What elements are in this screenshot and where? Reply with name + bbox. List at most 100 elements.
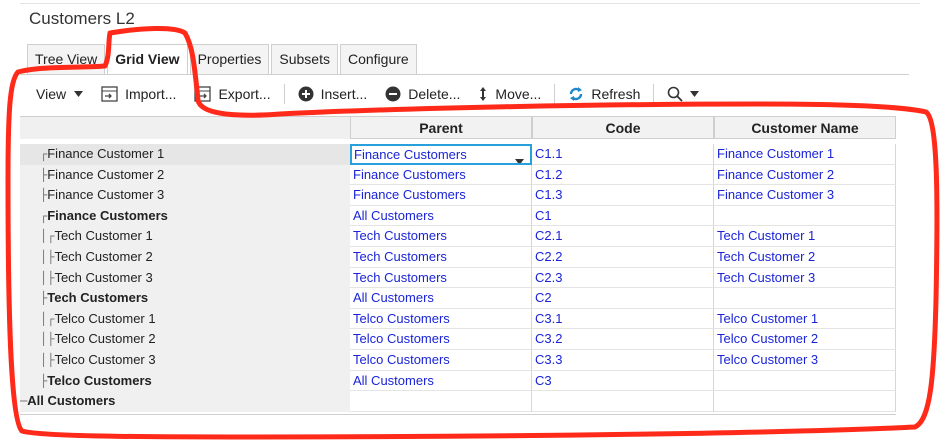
delete-label: Delete...: [408, 86, 461, 102]
parent-cell[interactable]: [350, 391, 532, 412]
parent-cell[interactable]: All Customers: [350, 288, 532, 309]
parent-cell[interactable]: Tech Customers: [350, 267, 532, 289]
move-button[interactable]: Move...: [469, 80, 550, 108]
code-cell[interactable]: C3.3: [532, 350, 714, 371]
table-row[interactable]: │┌Telco Customer 1 Telco Customers C3.1 Tel…: [20, 308, 896, 330]
parent-cell[interactable]: Telco Customers: [350, 350, 532, 371]
parent-cell[interactable]: Finance Customers: [350, 144, 532, 165]
table-row[interactable]: │├Telco Customer 2 Telco Customers C3.2 Tel…: [20, 329, 896, 350]
code-cell[interactable]: C3: [532, 370, 714, 392]
tab-properties[interactable]: Properties: [189, 44, 270, 74]
code-cell[interactable]: C1.1: [532, 144, 714, 165]
parent-cell[interactable]: Tech Customers: [350, 247, 532, 268]
parent-cell[interactable]: All Customers: [350, 370, 532, 392]
parent-cell-text: Finance Customers: [353, 166, 466, 182]
customer-name-cell[interactable]: Telco Customer 1: [714, 308, 896, 330]
toolbar: View Import... Export... Insert... Delet…: [27, 80, 715, 108]
customer-name-cell-text: Finance Customer 2: [717, 166, 835, 182]
row-label-text: Finance Customers: [47, 207, 168, 223]
customer-name-cell[interactable]: Telco Customer 2: [714, 329, 896, 350]
code-cell[interactable]: C1.3: [532, 185, 714, 206]
parent-cell[interactable]: Finance Customers: [350, 164, 532, 186]
row-label[interactable]: │├Telco Customer 2: [20, 329, 350, 350]
row-label[interactable]: ├Tech Customers: [20, 288, 350, 309]
tab-grid-view[interactable]: Grid View: [107, 44, 188, 75]
grid-bottom-border: [20, 414, 896, 415]
customer-name-cell[interactable]: [714, 391, 896, 412]
code-cell[interactable]: C3.2: [532, 329, 714, 350]
table-row[interactable]: ┌Finance Customers All Customers C1: [20, 205, 896, 227]
row-label[interactable]: ├Telco Customers: [20, 370, 350, 392]
table-row[interactable]: │├Tech Customer 3 Tech Customers C2.3 Tech …: [20, 267, 896, 289]
table-row[interactable]: │┌Tech Customer 1 Tech Customers C2.1 Tech …: [20, 226, 896, 247]
tab-subsets[interactable]: Subsets: [271, 44, 338, 74]
column-header-code[interactable]: Code: [532, 116, 714, 139]
dropdown-caret-icon[interactable]: [515, 152, 524, 163]
parent-cell[interactable]: Tech Customers: [350, 226, 532, 247]
code-cell[interactable]: C1.2: [532, 164, 714, 186]
tree-line-icon: │├: [40, 270, 55, 285]
parent-cell-text: Tech Customers: [353, 269, 447, 285]
customer-name-cell[interactable]: [714, 288, 896, 309]
code-cell-text: C1.2: [535, 166, 563, 182]
code-cell[interactable]: C2: [532, 288, 714, 309]
parent-cell-text: Telco Customers: [353, 352, 450, 367]
row-label-text: Finance Customer 1: [47, 146, 165, 161]
code-cell-text: C2.2: [535, 249, 563, 264]
customer-name-cell-text: Tech Customer 3: [717, 269, 816, 285]
customer-name-cell[interactable]: Telco Customer 3: [714, 350, 896, 371]
customer-name-cell[interactable]: Tech Customer 2: [714, 247, 896, 268]
code-cell-text: C1.1: [535, 146, 563, 161]
customer-name-cell[interactable]: Tech Customer 1: [714, 226, 896, 247]
export-button[interactable]: Export...: [185, 80, 279, 108]
code-cell[interactable]: [532, 391, 714, 412]
table-row[interactable]: ├Finance Customer 3 Finance Customers C1.3…: [20, 185, 896, 206]
row-label[interactable]: ─All Customers: [20, 391, 350, 412]
table-row[interactable]: ├Telco Customers All Customers C3: [20, 370, 896, 392]
code-cell[interactable]: C2.1: [532, 226, 714, 247]
column-header-parent[interactable]: Parent: [350, 116, 532, 139]
table-row[interactable]: │├Tech Customer 2 Tech Customers C2.2 Tech …: [20, 247, 896, 268]
customer-name-cell[interactable]: Tech Customer 3: [714, 267, 896, 289]
customer-name-cell[interactable]: [714, 205, 896, 227]
import-button[interactable]: Import...: [92, 80, 185, 108]
row-label[interactable]: │┌Telco Customer 1: [20, 308, 350, 330]
view-menu-button[interactable]: View: [27, 80, 92, 108]
toolbar-separator: [554, 84, 556, 104]
row-label-text: Tech Customer 2: [54, 249, 153, 264]
code-cell[interactable]: C2.3: [532, 267, 714, 289]
code-cell[interactable]: C3.1: [532, 308, 714, 330]
column-header-customer-name[interactable]: Customer Name: [714, 116, 896, 139]
parent-cell[interactable]: All Customers: [350, 205, 532, 227]
customer-name-cell[interactable]: Finance Customer 1: [714, 144, 896, 165]
tab-configure[interactable]: Configure: [339, 44, 417, 74]
tab-tree-view[interactable]: Tree View: [27, 44, 106, 74]
customer-name-cell[interactable]: Finance Customer 2: [714, 164, 896, 186]
table-row[interactable]: ├Finance Customer 2 Finance Customers C1.2…: [20, 164, 896, 186]
row-label[interactable]: ├Finance Customer 3: [20, 185, 350, 206]
table-row[interactable]: ─All Customers: [20, 391, 896, 412]
row-label-text: Telco Customer 2: [54, 331, 156, 347]
customer-name-cell[interactable]: [714, 370, 896, 392]
row-label[interactable]: │├Tech Customer 2: [20, 247, 350, 268]
row-label[interactable]: ┌Finance Customers: [20, 205, 350, 227]
table-row[interactable]: ┌Finance Customer 1 Finance Customers C1.1…: [20, 144, 896, 165]
delete-button[interactable]: Delete...: [376, 80, 469, 108]
row-label[interactable]: ├Finance Customer 2: [20, 164, 350, 186]
insert-button[interactable]: Insert...: [289, 80, 377, 108]
parent-cell[interactable]: Telco Customers: [350, 329, 532, 350]
row-label[interactable]: │├Telco Customer 3: [20, 350, 350, 371]
code-cell[interactable]: C1: [532, 205, 714, 227]
table-row[interactable]: │├Telco Customer 3 Telco Customers C3.3 Tel…: [20, 350, 896, 371]
parent-cell[interactable]: Telco Customers: [350, 308, 532, 330]
parent-cell-text: All Customers: [353, 207, 434, 223]
parent-cell[interactable]: Finance Customers: [350, 185, 532, 206]
row-label[interactable]: │├Tech Customer 3: [20, 267, 350, 289]
row-label[interactable]: │┌Tech Customer 1: [20, 226, 350, 247]
row-label[interactable]: ┌Finance Customer 1: [20, 144, 350, 165]
refresh-button[interactable]: Refresh: [559, 80, 649, 108]
table-row[interactable]: ├Tech Customers All Customers C2: [20, 288, 896, 309]
customer-name-cell[interactable]: Finance Customer 3: [714, 185, 896, 206]
search-menu-button[interactable]: [658, 80, 715, 108]
code-cell[interactable]: C2.2: [532, 247, 714, 268]
